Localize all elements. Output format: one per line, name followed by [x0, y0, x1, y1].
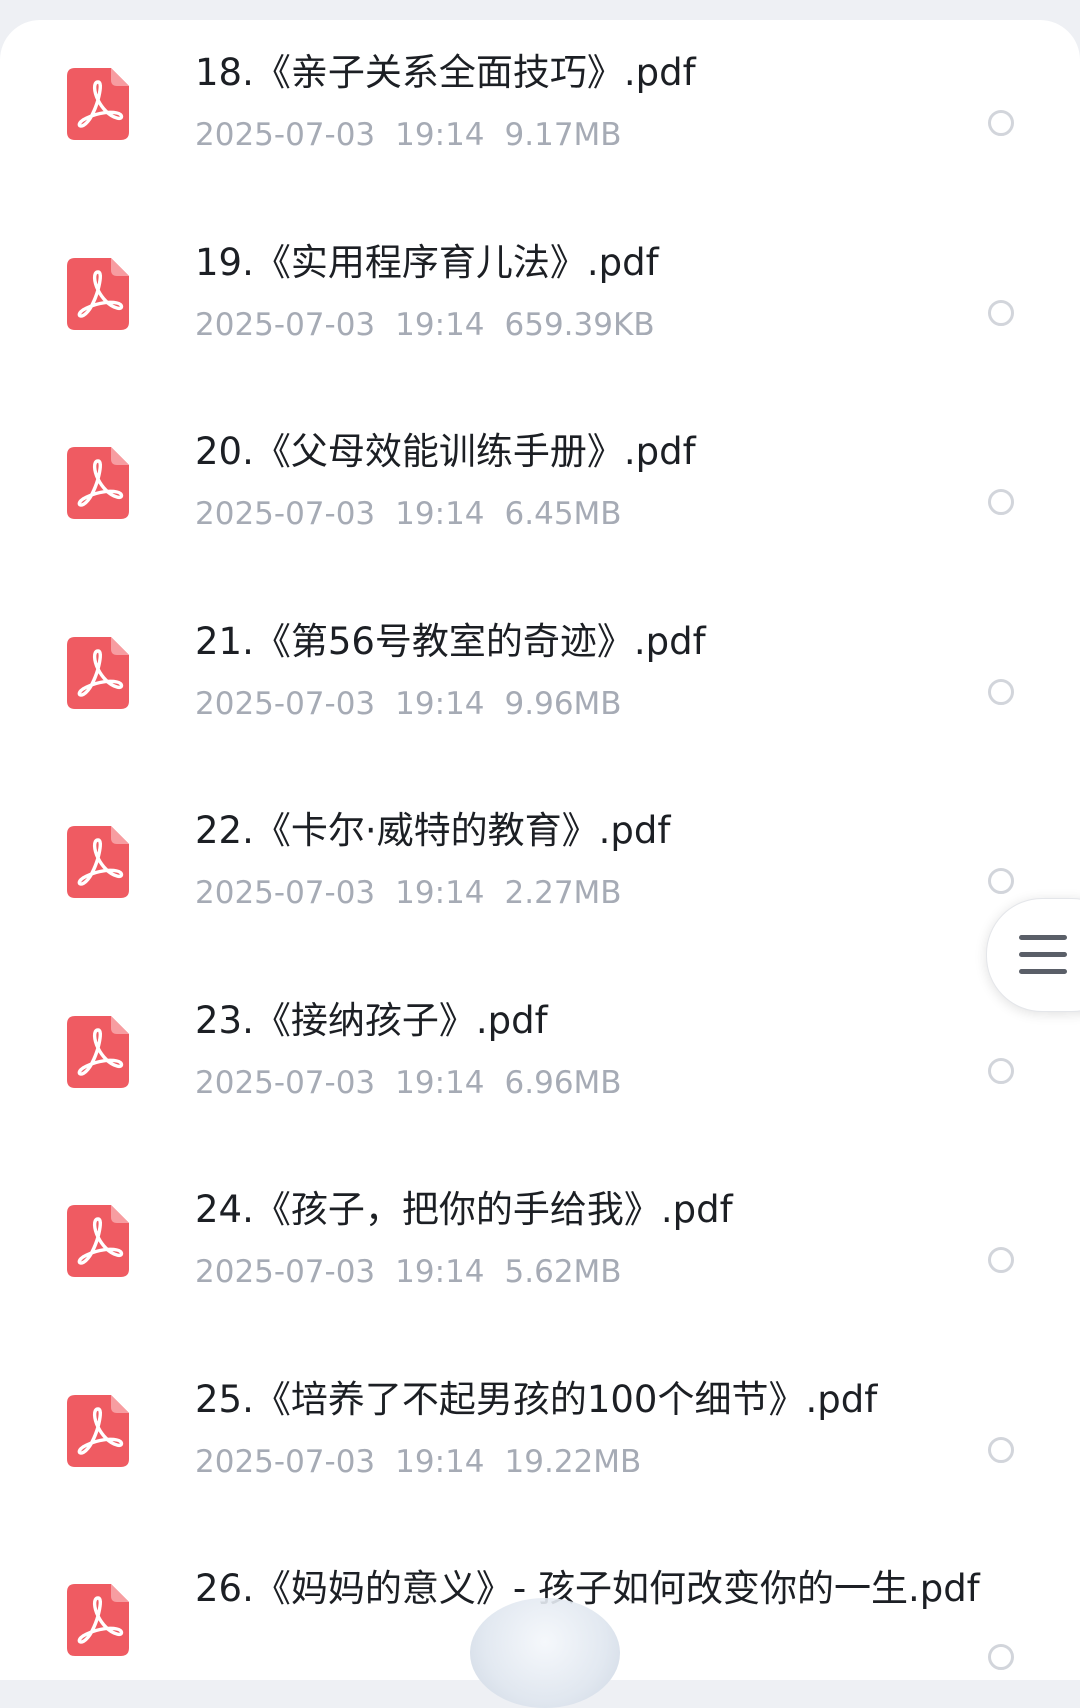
file-time: 19:14	[395, 1443, 485, 1480]
file-name: 22.《卡尔·威特的教育》.pdf	[195, 809, 671, 852]
file-list-item[interactable]: 22.《卡尔·威特的教育》.pdf 2025-07-03 19:14 2.27MB	[0, 778, 1080, 968]
select-radio[interactable]	[988, 1057, 1014, 1084]
file-list: 18.《亲子关系全面技巧》.pdf 2025-07-03 19:14 9.17MB 19…	[0, 20, 1080, 1680]
pdf-icon	[67, 826, 129, 898]
file-time: 19:14	[395, 685, 485, 722]
file-meta: 2025-07-03 19:14 6.45MB	[195, 494, 622, 534]
file-time: 19:14	[395, 875, 485, 911]
pdf-icon	[67, 68, 129, 140]
file-date: 2025-07-03	[195, 306, 376, 343]
file-date: 2025-07-03	[195, 875, 376, 911]
pdf-icon	[67, 1015, 129, 1088]
file-meta: 2025-07-03 19:14 2.27MB	[195, 873, 622, 913]
select-radio[interactable]	[988, 868, 1014, 894]
file-date: 2025-07-03	[195, 685, 376, 722]
select-radio[interactable]	[988, 489, 1014, 515]
file-date: 2025-07-03	[195, 496, 376, 532]
file-size: 5.62MB	[504, 1254, 622, 1290]
file-meta: 2025-07-03 19:14 9.96MB	[195, 684, 622, 724]
file-time: 19:14	[395, 1254, 485, 1290]
file-list-panel: 18.《亲子关系全面技巧》.pdf 2025-07-03 19:14 9.17MB 19…	[0, 20, 1080, 1680]
select-radio[interactable]	[988, 1247, 1014, 1273]
pdf-icon	[67, 1584, 129, 1656]
file-name: 18.《亲子关系全面技巧》.pdf	[195, 51, 696, 94]
file-size: 9.17MB	[504, 117, 622, 153]
file-date: 2025-07-03	[195, 1443, 376, 1480]
file-meta: 2025-07-03 19:14 6.96MB	[195, 1063, 622, 1103]
file-size: 9.96MB	[504, 685, 622, 722]
file-time: 19:14	[395, 117, 485, 153]
file-meta: 2025-07-03 19:14 9.17MB	[195, 115, 622, 155]
file-name: 21.《第56号教室的奇迹》.pdf	[195, 619, 706, 663]
file-list-item[interactable]: 19.《实用程序育儿法》.pdf 2025-07-03 19:14 659.39KB	[0, 210, 1080, 400]
file-size: 6.96MB	[504, 1064, 622, 1101]
file-date: 2025-07-03	[195, 1254, 376, 1290]
pdf-icon	[67, 257, 129, 330]
file-list-item[interactable]: 25.《培养了不起男孩的100个细节》.pdf 2025-07-03 19:14 19…	[0, 1347, 1080, 1537]
file-time: 19:14	[395, 1064, 485, 1101]
file-meta: 2025-07-03 19:14 659.39KB	[195, 305, 655, 345]
select-radio[interactable]	[988, 1644, 1014, 1670]
select-radio[interactable]	[988, 678, 1014, 705]
file-name: 25.《培养了不起男孩的100个细节》.pdf	[195, 1377, 878, 1421]
select-radio[interactable]	[988, 110, 1014, 136]
file-list-item[interactable]: 18.《亲子关系全面技巧》.pdf 2025-07-03 19:14 9.17MB	[0, 20, 1080, 210]
pdf-icon	[67, 1394, 129, 1467]
file-size: 2.27MB	[504, 875, 622, 911]
pdf-icon	[67, 447, 129, 519]
file-list-item[interactable]: 24.《孩子，把你的手给我》.pdf 2025-07-03 19:14 5.62MB	[0, 1157, 1080, 1347]
file-name: 24.《孩子，把你的手给我》.pdf	[195, 1188, 733, 1231]
file-list-item[interactable]: 21.《第56号教室的奇迹》.pdf 2025-07-03 19:14 9.96MB	[0, 589, 1080, 779]
select-radio[interactable]	[988, 1436, 1014, 1463]
pdf-icon	[67, 636, 129, 709]
file-name: 19.《实用程序育儿法》.pdf	[195, 240, 659, 284]
file-meta: 2025-07-03 19:14 5.62MB	[195, 1252, 622, 1292]
file-size: 6.45MB	[504, 496, 622, 532]
file-name: 23.《接纳孩子》.pdf	[195, 998, 548, 1042]
file-name: 20.《父母效能训练手册》.pdf	[195, 430, 696, 473]
file-list-item[interactable]: 23.《接纳孩子》.pdf 2025-07-03 19:14 6.96MB	[0, 968, 1080, 1158]
file-meta: 2025-07-03 19:14 19.22MB	[195, 1442, 641, 1482]
pdf-icon	[67, 1205, 129, 1277]
file-size: 19.22MB	[504, 1443, 642, 1480]
file-date: 2025-07-03	[195, 117, 376, 153]
file-list-item[interactable]: 20.《父母效能训练手册》.pdf 2025-07-03 19:14 6.45MB	[0, 399, 1080, 589]
menu-icon	[1019, 935, 1067, 975]
file-time: 19:14	[395, 306, 485, 343]
file-size: 659.39KB	[504, 306, 655, 343]
select-radio[interactable]	[988, 299, 1014, 326]
floating-assistant-avatar[interactable]	[470, 1598, 620, 1708]
file-date: 2025-07-03	[195, 1064, 376, 1101]
file-time: 19:14	[395, 496, 485, 532]
